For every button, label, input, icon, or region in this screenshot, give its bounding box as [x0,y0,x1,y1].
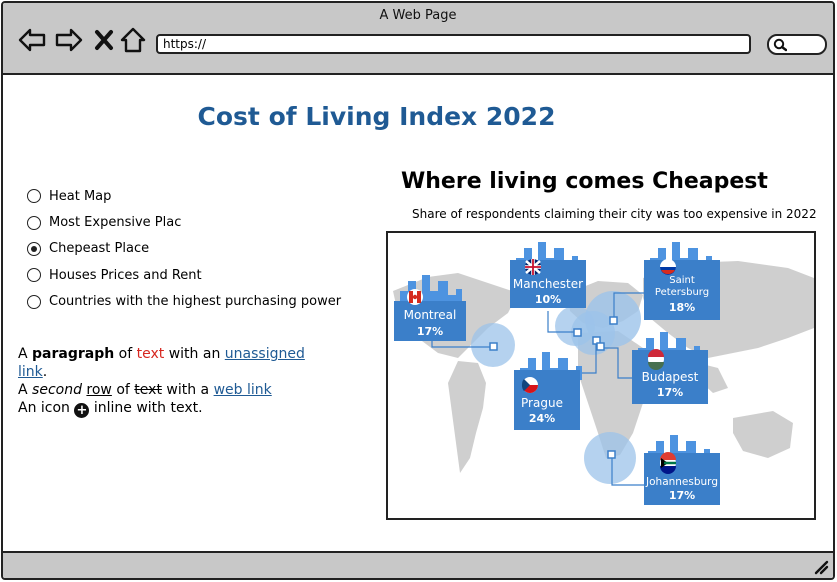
bold-text: paragraph [32,346,115,362]
plus-circle-icon: + [74,403,90,418]
city-map-image: Montreal 17% Manchester 10% Saint Peters… [386,231,816,520]
map-title: Where living comes Cheapest [401,169,768,194]
city-name: Johannesburg [645,476,718,488]
city-name: Montreal [404,308,457,322]
map-pin [607,450,616,459]
paragraph-line-3: An icon + inline with text. [18,399,308,418]
uk-flag-icon [525,259,541,275]
city-name-line: Petersburg [655,287,709,298]
city-name: Budapest [642,370,699,384]
city-name: Prague [521,396,563,410]
czech-flag-icon [521,377,538,393]
city-value: 18% [669,301,695,314]
text: A [18,346,33,362]
text: inline with text. [89,400,203,416]
city-card-saint-petersburg: Saint Petersburg 18% [644,242,720,320]
radio-button[interactable] [27,215,41,230]
map-pin [596,342,605,351]
search-icon [773,38,787,52]
text: with a [161,382,214,398]
radio-label: Countries with the highest purchasing po… [49,294,342,310]
radio-option[interactable]: Countries with the highest purchasing po… [27,289,341,315]
radio-option[interactable]: Houses Prices and Rent [27,262,341,288]
strikethrough-text: text [134,382,162,398]
city-card-prague: Prague 24% [514,352,582,430]
browser-toolbar: A Web Page https:// [3,3,833,75]
page-title: Cost of Living Index 2022 [197,102,556,131]
radio-button-selected[interactable] [27,241,41,256]
radio-option[interactable]: Heat Map [27,183,341,209]
close-icon[interactable] [91,25,121,55]
city-value: 17% [657,386,683,399]
radio-label: Chepeast Place [49,241,150,257]
city-card-manchester: Manchester 10% [510,242,586,308]
text: A [18,382,33,398]
back-icon[interactable] [17,25,47,55]
home-icon[interactable] [119,25,149,55]
radio-label: Houses Prices and Rent [49,267,202,283]
city-value: 24% [529,412,555,425]
radio-label: Heat Map [49,188,112,204]
browser-window: A Web Page https:// Cost of Living Index… [1,1,835,580]
text: of [111,382,135,398]
radio-label: Most Expensive Plac [49,215,182,231]
view-radio-group: Heat Map Most Expensive Plac Chepeast Pl… [27,183,341,315]
map-pin [573,328,582,337]
map-subtitle: Share of respondents claiming their city… [412,207,817,221]
text: An icon [18,400,75,416]
paragraph-line-2: A second row of text with a web link [18,381,308,399]
text: . [42,364,48,380]
text: of [114,346,137,362]
city-name-line: Saint [669,275,695,286]
hungary-flag-icon [648,349,664,370]
status-bar [3,551,833,578]
sample-paragraph: A paragraph of text with an unassigned l… [18,345,308,418]
forward-icon[interactable] [54,25,84,55]
radio-option[interactable]: Chepeast Place [27,236,341,262]
map-pin [489,342,498,351]
city-name: Manchester [513,277,583,291]
text: with an [164,346,225,362]
radio-button[interactable] [27,268,41,283]
canada-flag-icon [407,289,423,305]
radio-button[interactable] [27,294,41,309]
paragraph-line-1: A paragraph of text with an unassigned l… [18,345,308,381]
red-text: text [136,346,165,362]
underlined-text: row [86,382,112,398]
south-africa-flag-icon [660,452,676,474]
map-pin [609,316,618,325]
radio-option[interactable]: Most Expensive Plac [27,209,341,235]
italic-text: second [32,382,82,398]
city-card-johannesburg: Johannesburg 17% [644,435,720,505]
city-value: 17% [417,325,443,338]
window-title: A Web Page [379,8,457,23]
url-input[interactable]: https:// [156,34,751,54]
resize-grip-icon[interactable] [811,557,829,575]
radio-button[interactable] [27,189,41,204]
russia-flag-icon [660,259,676,275]
page-content: Cost of Living Index 2022 Heat Map Most … [3,75,833,555]
city-value: 17% [669,489,695,502]
search-input[interactable] [767,34,827,55]
city-value: 10% [535,293,561,306]
web-link[interactable]: web link [214,382,272,398]
